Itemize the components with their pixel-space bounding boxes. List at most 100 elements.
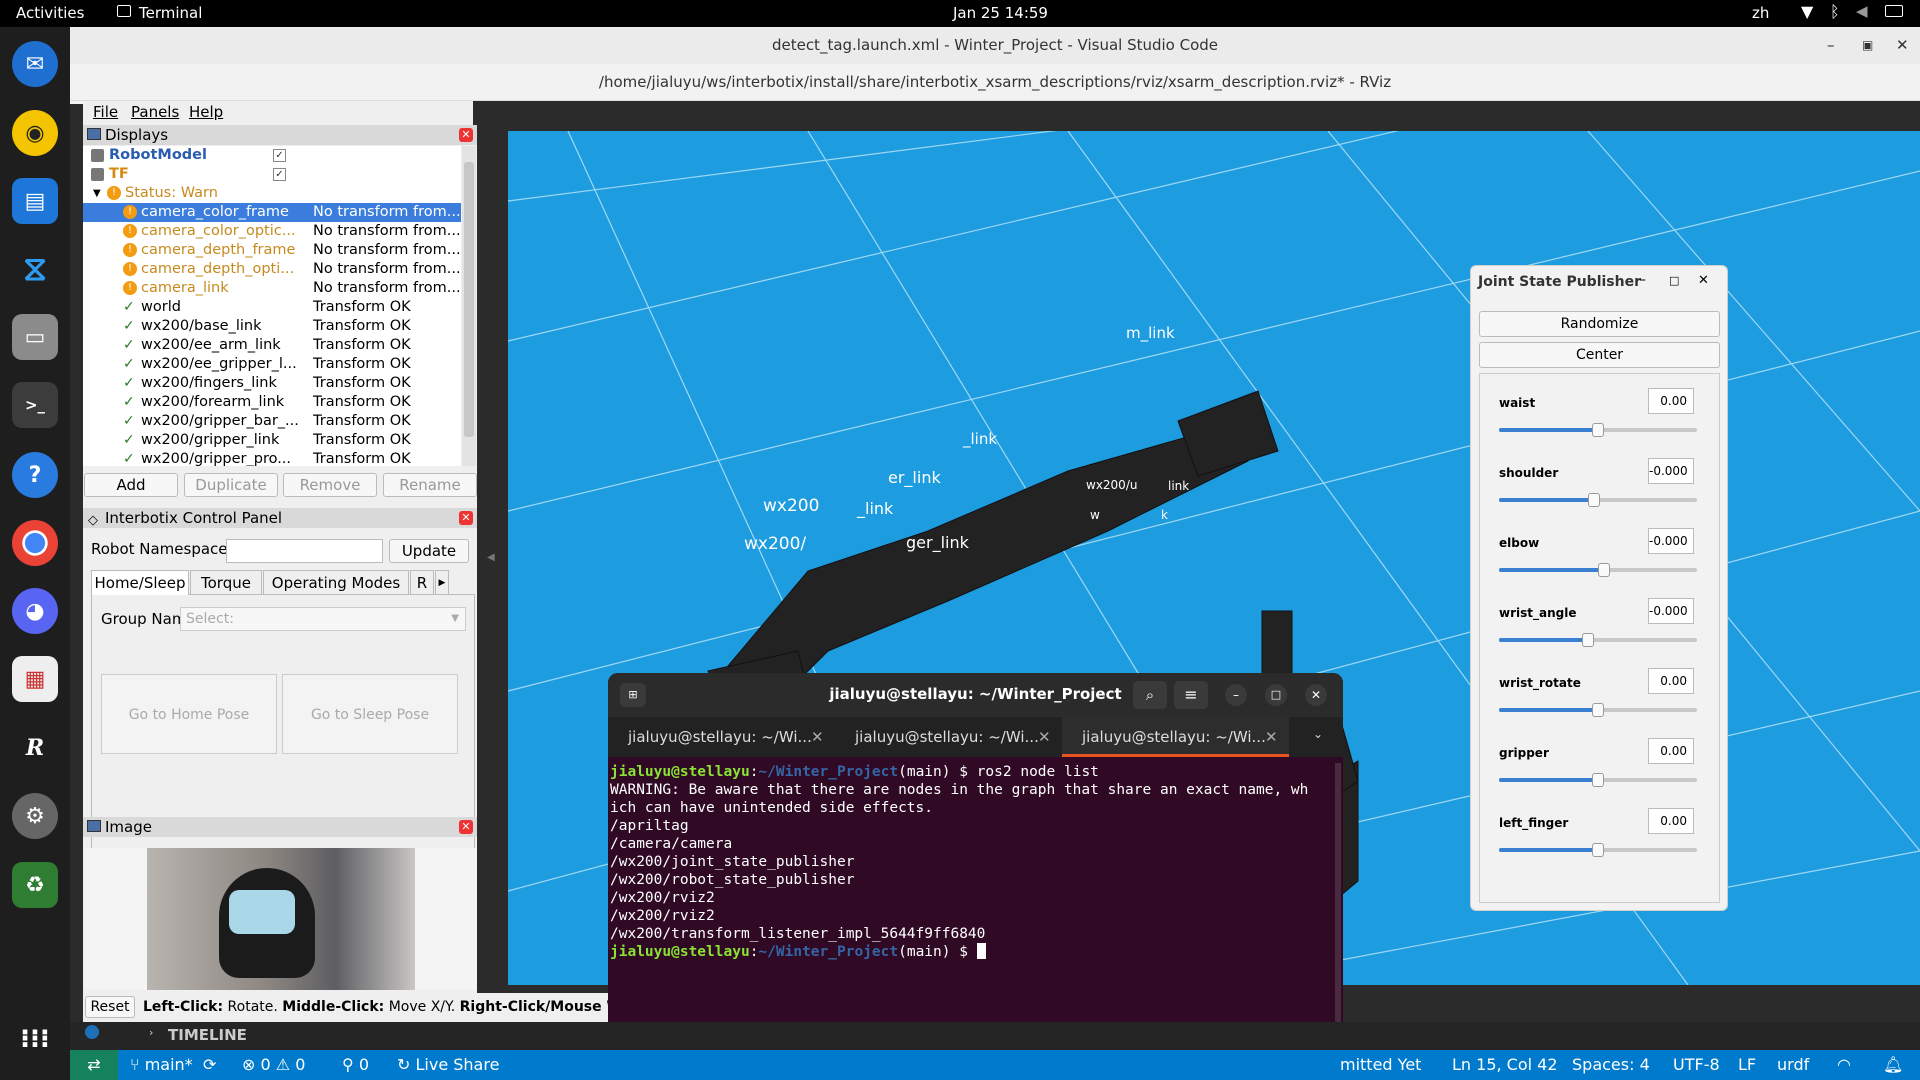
volume-icon[interactable]: ◀ <box>1856 2 1868 20</box>
close-icon[interactable]: ✕ <box>1265 717 1278 757</box>
group-name-select[interactable]: Select: ▼ <box>180 607 466 631</box>
rename-button[interactable]: Rename <box>383 473 477 497</box>
viewer-icon[interactable]: ▦ <box>12 656 58 702</box>
close-icon[interactable]: ✕ <box>459 128 473 142</box>
minimize-icon[interactable]: – <box>1827 27 1835 64</box>
bluetooth-icon[interactable]: ᛒ <box>1830 2 1840 21</box>
input-method[interactable]: zh <box>1752 4 1769 22</box>
joint-value-field[interactable]: -0.000 <box>1648 458 1694 484</box>
display-tree-row[interactable]: ! camera_color_frame No transform from... <box>83 203 461 222</box>
tab-r[interactable]: R <box>410 570 434 595</box>
apps-grid-icon[interactable]: ⁝⁝⁝ <box>12 1016 58 1062</box>
close-icon[interactable]: ✕ <box>459 820 473 834</box>
joint-value-field[interactable]: 0.00 <box>1648 738 1694 764</box>
joint-value-field[interactable]: -0.000 <box>1648 598 1694 624</box>
maximize-icon[interactable]: □ <box>1669 274 1679 287</box>
indentation[interactable]: Spaces: 4 <box>1572 1055 1650 1074</box>
menu-panels[interactable]: Panels <box>131 103 179 121</box>
joint-slider[interactable] <box>1499 843 1697 857</box>
update-button[interactable]: Update <box>389 539 469 563</box>
joint-slider[interactable] <box>1499 563 1697 577</box>
git-branch[interactable]: ⑂ main* <box>130 1055 193 1074</box>
slider-handle[interactable] <box>1592 703 1604 717</box>
clock[interactable]: Jan 25 14:59 <box>953 4 1048 22</box>
menu-file[interactable]: File <box>93 103 118 121</box>
close-icon[interactable]: ✕ <box>1038 717 1051 757</box>
slider-handle[interactable] <box>1597 563 1610 577</box>
account-icon[interactable] <box>85 1025 99 1039</box>
cursor-position[interactable]: Ln 15, Col 42 <box>1452 1055 1558 1074</box>
slider-handle[interactable] <box>1582 633 1595 647</box>
display-tree-row[interactable]: RobotModel ✓ <box>83 146 461 165</box>
slider-handle[interactable] <box>1588 493 1601 507</box>
display-tree-row[interactable]: ✓ wx200/ee_arm_link Transform OK <box>83 336 461 355</box>
thunderbird-icon[interactable]: ✉ <box>12 41 58 87</box>
rviz-icon[interactable]: R <box>12 725 58 771</box>
joint-value-field[interactable]: 0.00 <box>1648 668 1694 694</box>
maximize-icon[interactable]: □ <box>1265 684 1287 706</box>
display-enabled-checkbox[interactable]: ✓ <box>273 168 286 181</box>
expand-arrow-icon[interactable]: ▼ <box>93 184 101 203</box>
encoding[interactable]: UTF-8 <box>1673 1055 1720 1074</box>
tab-list-chevron-icon[interactable]: ⌄ <box>1313 727 1323 741</box>
display-tree-row[interactable]: ✓ wx200/ee_gripper_l... Transform OK <box>83 355 461 374</box>
discord-icon[interactable]: ◕ <box>12 588 58 634</box>
display-tree-row[interactable]: ✓ wx200/base_link Transform OK <box>83 317 461 336</box>
tab-scroll-right-icon[interactable]: ▶ <box>435 570 449 595</box>
splitter-collapse-icon[interactable]: ◀ <box>487 552 495 563</box>
help-icon[interactable]: ? <box>12 452 58 498</box>
ports-indicator[interactable]: ⚲ 0 <box>342 1055 369 1074</box>
minimize-icon[interactable]: – <box>1639 272 1646 288</box>
remove-button[interactable]: Remove <box>283 473 377 497</box>
problems-indicator[interactable]: ⊗ 0 ⚠ 0 <box>242 1055 305 1074</box>
vscode-icon[interactable]: ⧖ <box>12 246 58 292</box>
menu-help[interactable]: Help <box>189 103 223 121</box>
maximize-icon[interactable]: ▣ <box>1862 27 1873 64</box>
wifi-icon[interactable]: ▼ <box>1801 2 1813 21</box>
joint-value-field[interactable]: 0.00 <box>1648 808 1694 834</box>
display-tree-row[interactable]: ! camera_color_optic... No transform from.… <box>83 222 461 241</box>
display-tree-row[interactable]: ✓ wx200/gripper_pro... Transform OK <box>83 450 461 466</box>
close-icon[interactable]: ✕ <box>1896 27 1909 64</box>
close-icon[interactable]: ✕ <box>1698 273 1709 288</box>
trash-icon[interactable]: ♻ <box>12 862 58 908</box>
display-enabled-checkbox[interactable]: ✓ <box>273 149 286 162</box>
joint-value-field[interactable]: -0.000 <box>1648 528 1694 554</box>
home-pose-button[interactable]: Go to Home Pose <box>101 674 277 754</box>
commit-status[interactable]: mitted Yet <box>1340 1055 1421 1074</box>
display-tree-row[interactable]: ✓ wx200/forearm_link Transform OK <box>83 393 461 412</box>
language-mode[interactable]: urdf <box>1777 1055 1809 1074</box>
files-icon[interactable]: ▭ <box>12 314 58 360</box>
sleep-pose-button[interactable]: Go to Sleep Pose <box>282 674 458 754</box>
close-icon[interactable]: ✕ <box>1305 684 1327 706</box>
tab-operating-modes[interactable]: Operating Modes <box>263 570 409 595</box>
activities-button[interactable]: Activities <box>16 4 84 22</box>
namespace-input[interactable] <box>226 539 383 563</box>
joint-slider[interactable] <box>1499 493 1697 507</box>
slider-handle[interactable] <box>1592 773 1604 787</box>
minimize-icon[interactable]: – <box>1225 684 1247 706</box>
joint-value-field[interactable]: 0.00 <box>1648 388 1694 414</box>
chrome-icon[interactable] <box>12 520 58 566</box>
sync-icon[interactable]: ⟳ <box>203 1055 216 1074</box>
reset-button[interactable]: Reset <box>85 996 135 1018</box>
display-tree-row[interactable]: ✓ world Transform OK <box>83 298 461 317</box>
active-app-label[interactable]: Terminal <box>139 4 202 22</box>
slider-handle[interactable] <box>1592 843 1604 857</box>
terminal-tab-2[interactable]: jialuyu@stellayu: ~/Wi... ✕ <box>835 717 1062 757</box>
joint-slider[interactable] <box>1499 773 1697 787</box>
add-button[interactable]: Add <box>84 473 178 497</box>
scrollbar-thumb[interactable] <box>464 162 474 437</box>
joint-slider[interactable] <box>1499 633 1697 647</box>
display-tree-row[interactable]: TF ✓ <box>83 165 461 184</box>
display-tree-row[interactable]: ✓ wx200/fingers_link Transform OK <box>83 374 461 393</box>
tab-home-sleep[interactable]: Home/Sleep <box>91 570 189 595</box>
display-tree-row[interactable]: ! camera_link No transform from... <box>83 279 461 298</box>
terminal-icon[interactable]: >_ <box>12 382 58 428</box>
terminal-tab-3[interactable]: jialuyu@stellayu: ~/Wi... ✕ <box>1062 717 1289 757</box>
slider-handle[interactable] <box>1592 423 1604 437</box>
menu-icon[interactable]: ≡ <box>1174 681 1208 709</box>
display-tree-row[interactable]: ! camera_depth_opti... No transform from..… <box>83 260 461 279</box>
display-tree-row[interactable]: ✓ wx200/gripper_bar_... Transform OK <box>83 412 461 431</box>
close-icon[interactable]: ✕ <box>459 511 473 525</box>
